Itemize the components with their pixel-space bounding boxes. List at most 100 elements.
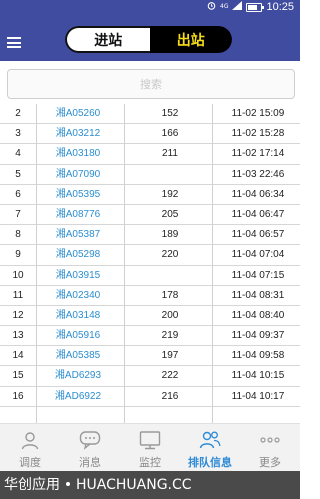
vehicle-number: [124, 266, 216, 285]
table-row[interactable]: 2 湘A05260 152 11-02 15:09: [0, 104, 300, 125]
vehicle-number: 178: [161, 289, 179, 301]
row-index: 10: [12, 269, 24, 281]
queue-time: 11-04 07:04: [231, 249, 285, 261]
plate-number: 湘A03148: [55, 309, 101, 321]
more-icon: [240, 428, 300, 452]
vehicle-number: 220: [161, 249, 179, 261]
queue-time: 11-04 10:17: [231, 390, 285, 402]
table-row[interactable]: 16 湘AD6922 216 11-04 10:17: [0, 387, 300, 407]
row-index: 9: [15, 249, 21, 261]
queue-time: 11-02 15:09: [231, 108, 285, 119]
queue-time: 11-04 07:15: [231, 269, 285, 281]
vehicle-number: [124, 165, 216, 184]
queue-time: 11-02 15:28: [231, 128, 285, 140]
nav-monitor[interactable]: 监控: [120, 424, 180, 472]
nav-more[interactable]: 更多: [240, 424, 300, 472]
monitor-icon: [120, 428, 180, 452]
row-index: 12: [12, 309, 24, 321]
table-row[interactable]: 14 湘A05385 197 11-04 09:58: [0, 346, 300, 367]
vehicle-number: 222: [161, 370, 179, 382]
vehicle-number: 219: [161, 330, 179, 342]
queue-time: 11-04 09:58: [231, 350, 285, 362]
nav-queue-info[interactable]: 排队信息: [180, 424, 240, 472]
nav-messages[interactable]: 消息: [60, 424, 120, 472]
table-row[interactable]: 3 湘A03212 166 11-02 15:28: [0, 124, 300, 145]
queue-time: 11-04 08:40: [231, 309, 285, 321]
vehicle-number: 216: [161, 390, 179, 402]
row-index: 3: [15, 128, 21, 140]
column-divider: [124, 104, 125, 423]
battery-icon: [246, 2, 265, 12]
row-index: 13: [12, 330, 24, 342]
vehicle-number: 166: [161, 128, 179, 140]
menu-icon[interactable]: [7, 37, 21, 48]
plate-number: 湘A08776: [55, 208, 101, 220]
plate-number: 湘A02340: [55, 289, 101, 301]
queue-time: 11-02 17:14: [231, 148, 285, 160]
nav-label: 更多: [259, 456, 281, 469]
plate-number: 湘A05385: [55, 350, 101, 362]
alarm-icon: [207, 1, 216, 13]
queue-time: 11-04 06:47: [231, 208, 285, 220]
vehicle-number: 192: [161, 188, 179, 200]
search-input[interactable]: 搜索: [7, 69, 295, 99]
column-divider: [36, 104, 37, 423]
vehicle-number: 205: [161, 208, 179, 220]
table-row[interactable]: 8 湘A05387 189 11-04 06:57: [0, 225, 300, 246]
table-row[interactable]: 4 湘A03180 211 11-02 17:14: [0, 144, 300, 165]
queue-time: 11-04 06:57: [231, 229, 285, 241]
row-index: 7: [15, 208, 21, 220]
plate-number: 湘A03212: [55, 128, 101, 140]
plate-number: 湘A03915: [55, 269, 101, 281]
search-area: 搜索: [0, 61, 300, 103]
plate-number: 湘A05395: [55, 188, 101, 200]
signal-icon: [232, 1, 243, 13]
dot-icon: [66, 482, 70, 486]
table-row[interactable]: 7 湘A08776 205 11-04 06:47: [0, 205, 300, 226]
nav-label: 消息: [79, 456, 101, 469]
vehicle-number: 189: [161, 229, 179, 241]
status-time: 10:25: [266, 1, 294, 13]
queue-time: 11-03 22:46: [231, 168, 285, 180]
nav-dispatch[interactable]: 调度: [0, 424, 60, 472]
table-row[interactable]: 9 湘A05298 220 11-04 07:04: [0, 245, 300, 266]
vehicle-number: 152: [161, 108, 179, 119]
queue-time: 11-04 10:15: [231, 370, 285, 382]
vehicle-number: 197: [161, 350, 179, 362]
app-bar: 进站 出站: [0, 16, 300, 61]
table-row[interactable]: 15 湘AD6293 222 11-04 10:15: [0, 366, 300, 387]
nav-label: 监控: [139, 456, 161, 469]
status-bar: 4G 10:25: [0, 0, 300, 16]
row-index: 6: [15, 188, 21, 200]
table-row[interactable]: 5 湘A07090 11-03 22:46: [0, 165, 300, 185]
watermark-left: 华创应用: [4, 477, 60, 493]
watermark-banner: 华创应用 HUACHUANG.CC: [0, 471, 300, 499]
plate-number: 湘A05387: [55, 229, 101, 241]
plate-number: 湘A05260: [55, 108, 101, 119]
row-index: 11: [12, 289, 24, 301]
table-row[interactable]: 6 湘A05395 192 11-04 06:34: [0, 185, 300, 205]
queue-time: 11-04 08:31: [231, 289, 285, 301]
plate-number: 湘A03180: [55, 148, 101, 160]
bottom-nav: 调度 消息 监控 排队信息 更多: [0, 423, 300, 472]
table-row[interactable]: 12 湘A03148 200 11-04 08:40: [0, 306, 300, 327]
table-row[interactable]: 11 湘A02340 178 11-04 08:31: [0, 286, 300, 306]
column-divider: [212, 104, 213, 423]
row-index: 8: [15, 229, 21, 241]
table-row[interactable]: 13 湘A05916 219 11-04 09:37: [0, 326, 300, 347]
station-toggle: 进站 出站: [65, 26, 232, 53]
vehicle-number: 211: [162, 148, 178, 160]
plate-number: 湘A07090: [55, 168, 101, 180]
vehicle-number: 200: [161, 309, 179, 321]
plate-number: 湘A05298: [55, 249, 101, 261]
table-row[interactable]: 10 湘A03915 11-04 07:15: [0, 266, 300, 286]
plate-number: 湘AD6293: [54, 370, 102, 382]
row-index: 14: [12, 350, 24, 362]
chat-icon: [60, 428, 120, 452]
queue-time: 11-04 06:34: [231, 188, 285, 200]
watermark-right: HUACHUANG.CC: [76, 477, 192, 493]
tab-outbound[interactable]: 出站: [149, 26, 232, 53]
user-icon: [0, 428, 60, 452]
queue-table: 2 湘A05260 152 11-02 15:09 3 湘A03212 166 11-02 1…: [0, 104, 300, 407]
tab-inbound[interactable]: 进站: [65, 26, 150, 53]
